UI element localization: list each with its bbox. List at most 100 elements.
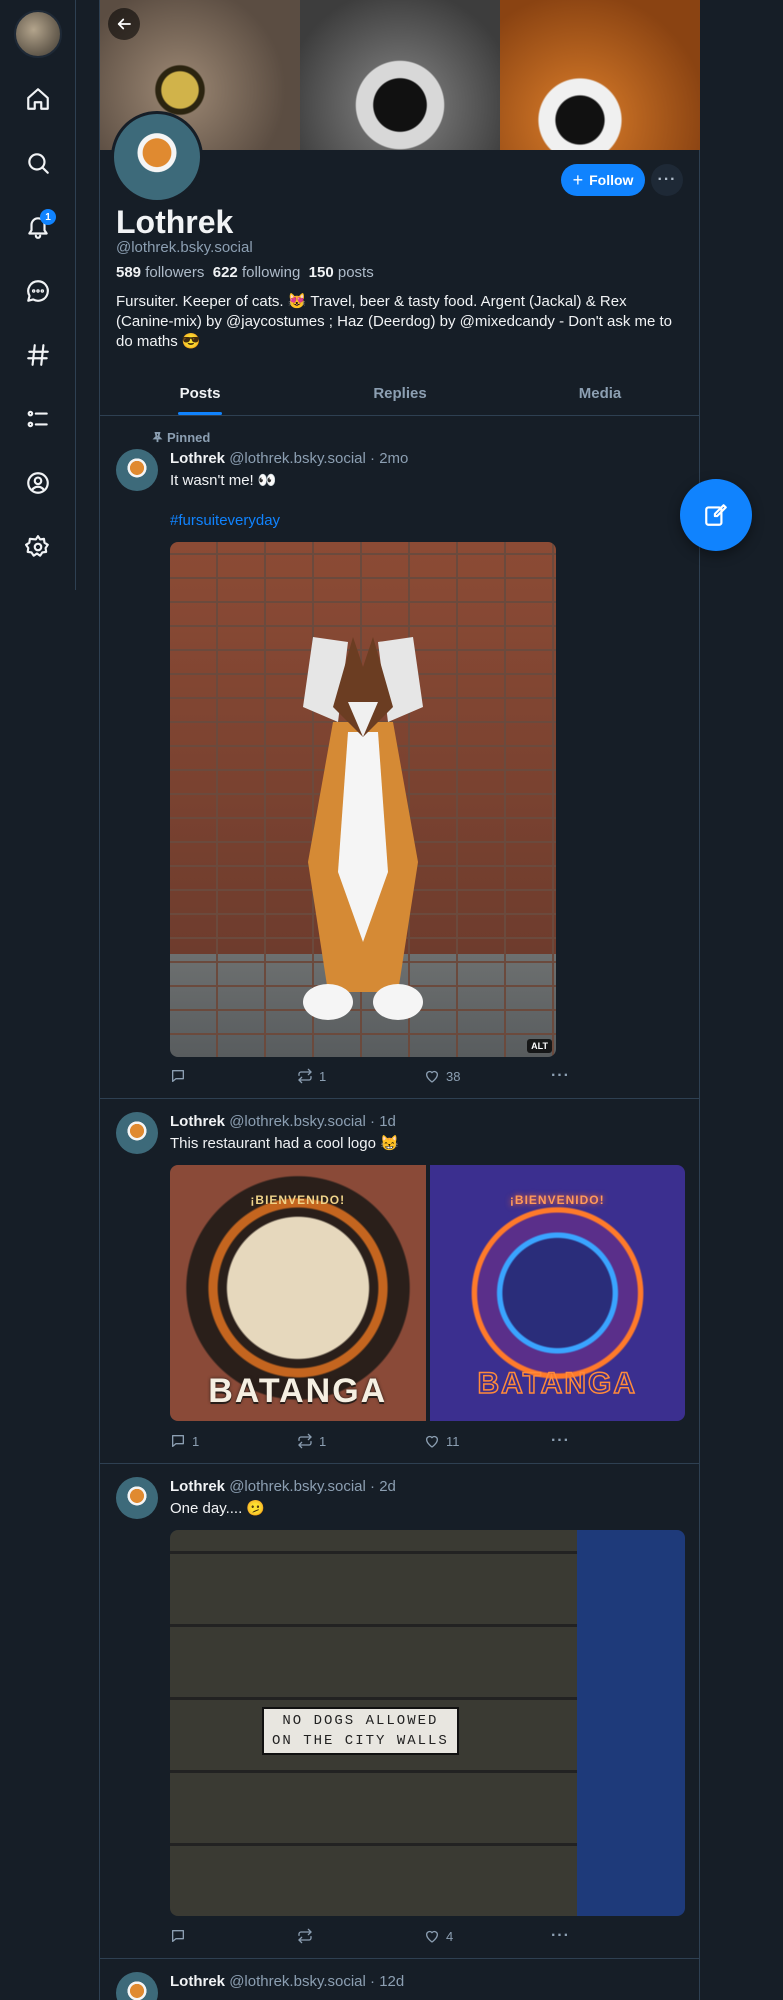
- like-button[interactable]: 38: [424, 1068, 551, 1084]
- posts-count: 150 posts: [308, 264, 374, 281]
- post-author[interactable]: Lothrek: [170, 1113, 225, 1130]
- heart-icon: [425, 1930, 438, 1943]
- post-time[interactable]: · 2d: [370, 1478, 396, 1495]
- repost-button[interactable]: 1: [297, 1433, 424, 1449]
- repost-icon: [298, 1928, 312, 1944]
- post-image[interactable]: ¡BIENVENIDO! BATANGA: [429, 1165, 685, 1421]
- reply-button[interactable]: 1: [170, 1433, 297, 1449]
- post-header: Lothrek @lothrek.bsky.social · 2d: [170, 1478, 396, 1495]
- profile-avatar[interactable]: [111, 111, 203, 203]
- post-header: Lothrek @lothrek.bsky.social · 12d: [170, 1973, 404, 1990]
- like-button[interactable]: 11: [424, 1433, 551, 1449]
- logo-banner-text: ¡BIENVENIDO!: [250, 1193, 346, 1207]
- sign-line-1: NO DOGS ALLOWED: [282, 1713, 439, 1729]
- post-more-button[interactable]: ···: [551, 1432, 590, 1450]
- alt-badge[interactable]: ALT: [527, 1039, 552, 1053]
- neon-logo-text: BATANGA: [477, 1366, 638, 1401]
- post-avatar[interactable]: [116, 1477, 158, 1519]
- followers-link[interactable]: 589 followers: [116, 264, 204, 281]
- plus-icon: +: [572, 170, 584, 190]
- compose-button[interactable]: [680, 479, 752, 551]
- post-actions: 1 38 ···: [170, 1066, 590, 1086]
- post-time[interactable]: · 12d: [370, 1973, 404, 1990]
- gear-icon[interactable]: [18, 527, 58, 567]
- search-icon[interactable]: [18, 143, 58, 183]
- profile-handle: @lothrek.bsky.social: [116, 239, 253, 256]
- profile-bio: Fursuiter. Keeper of cats. 😻 Travel, bee…: [116, 293, 673, 350]
- list-icon[interactable]: [18, 399, 58, 439]
- user-icon[interactable]: [18, 463, 58, 503]
- reply-icon: [172, 1435, 184, 1447]
- repost-icon: [298, 1068, 312, 1084]
- reply-button[interactable]: [170, 1928, 297, 1944]
- chat-icon[interactable]: [18, 271, 58, 311]
- follow-button[interactable]: + Follow: [561, 164, 645, 196]
- neon-banner-text: ¡BIENVENIDO!: [509, 1193, 605, 1207]
- follow-label: Follow: [589, 172, 634, 188]
- post-handle[interactable]: @lothrek.bsky.social: [229, 1973, 366, 1990]
- compose-icon: [705, 504, 727, 526]
- wall-sign: NO DOGS ALLOWED ON THE CITY WALLS: [262, 1707, 459, 1755]
- profile-tabs: Posts Replies Media: [100, 372, 700, 416]
- following-link[interactable]: 622 following: [213, 264, 301, 281]
- pin-icon: [152, 432, 163, 443]
- back-button[interactable]: [108, 8, 140, 40]
- post-author[interactable]: Lothrek: [170, 1478, 225, 1495]
- post-more-button[interactable]: ···: [551, 1067, 590, 1085]
- post-time[interactable]: · 1d: [370, 1113, 396, 1130]
- repost-button[interactable]: 1: [297, 1068, 424, 1084]
- post-author[interactable]: Lothrek: [170, 1973, 225, 1990]
- post-handle[interactable]: @lothrek.bsky.social: [229, 1478, 366, 1495]
- sign-line-2: ON THE CITY WALLS: [272, 1733, 449, 1749]
- post-text: It wasn't me! 👀: [170, 472, 277, 489]
- hashtag-link[interactable]: #fursuiteveryday: [170, 512, 280, 529]
- post-handle[interactable]: @lothrek.bsky.social: [229, 1113, 366, 1130]
- reply-icon: [172, 1070, 184, 1082]
- bell-icon[interactable]: 1: [18, 207, 58, 247]
- tab-media[interactable]: Media: [500, 372, 700, 415]
- like-button[interactable]: 4: [424, 1928, 551, 1944]
- post-actions: 1 1 11 ···: [170, 1431, 590, 1451]
- post-item[interactable]: Lothrek @lothrek.bsky.social · 12d: [100, 1960, 700, 2000]
- banner-image-2: [300, 0, 500, 150]
- post-item[interactable]: Lothrek @lothrek.bsky.social · 1d This r…: [100, 1100, 700, 1464]
- post-item[interactable]: Pinned Lothrek @lothrek.bsky.social · 2m…: [100, 417, 700, 1099]
- reply-icon: [172, 1930, 184, 1942]
- post-time[interactable]: · 2mo: [370, 450, 408, 467]
- repost-button[interactable]: [297, 1928, 424, 1944]
- post-actions: 4 ···: [170, 1926, 590, 1946]
- post-text: One day.... 🫤: [170, 1500, 266, 1517]
- app: 1 + Follow ··· Lothrek @lothrek.bsky.soc…: [0, 0, 783, 2000]
- post-item[interactable]: Lothrek @lothrek.bsky.social · 2d One da…: [100, 1465, 700, 1959]
- home-icon[interactable]: [18, 79, 58, 119]
- post-text: This restaurant had a cool logo 😸: [170, 1135, 399, 1152]
- post-header: Lothrek @lothrek.bsky.social · 2mo: [170, 450, 408, 467]
- nav-avatar[interactable]: [14, 10, 62, 58]
- post-avatar[interactable]: [116, 1972, 158, 2000]
- tab-replies[interactable]: Replies: [300, 372, 500, 415]
- post-image[interactable]: ALT: [170, 542, 556, 1057]
- notification-badge: 1: [40, 209, 56, 225]
- post-author[interactable]: Lothrek: [170, 450, 225, 467]
- reply-button[interactable]: [170, 1068, 297, 1084]
- heart-icon: [425, 1435, 438, 1448]
- profile-stats: 589 followers 622 following 150 posts: [116, 264, 374, 281]
- arrow-left-icon: [117, 18, 131, 30]
- post-header: Lothrek @lothrek.bsky.social · 1d: [170, 1113, 396, 1130]
- post-avatar[interactable]: [116, 1112, 158, 1154]
- post-handle[interactable]: @lothrek.bsky.social: [229, 450, 366, 467]
- post-avatar[interactable]: [116, 449, 158, 491]
- profile-more-button[interactable]: ···: [651, 164, 683, 196]
- banner-image-3: [500, 0, 700, 150]
- left-nav: 1: [0, 0, 76, 590]
- tab-posts[interactable]: Posts: [100, 372, 300, 415]
- post-image-gallery: ¡BIENVENIDO! BATANGA ¡BIENVENIDO! BATANG…: [170, 1165, 685, 1421]
- hash-icon[interactable]: [18, 335, 58, 375]
- heart-icon: [425, 1070, 438, 1083]
- post-more-button[interactable]: ···: [551, 1927, 590, 1945]
- post-image[interactable]: ¡BIENVENIDO! BATANGA: [170, 1165, 426, 1421]
- display-name: Lothrek: [116, 204, 234, 240]
- repost-icon: [298, 1433, 312, 1449]
- logo-text: BATANGA: [208, 1372, 388, 1410]
- post-image[interactable]: NO DOGS ALLOWED ON THE CITY WALLS: [170, 1530, 685, 1916]
